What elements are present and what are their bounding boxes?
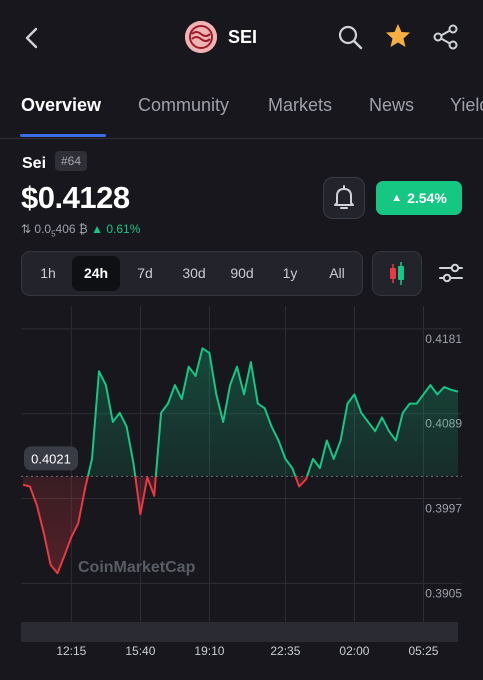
price-chart[interactable]: 0.41810.40890.39970.390512:1515:4019:102… [0, 306, 483, 680]
x-tick-label: 22:35 [270, 644, 300, 658]
price-alert-button[interactable] [323, 177, 365, 219]
btc-price-row: ⇅ 0.05406 ₿ ▲ 0.61% [21, 222, 140, 238]
back-arrow-icon[interactable] [18, 24, 46, 52]
rank-badge: #64 [55, 151, 88, 171]
tab-community[interactable]: Community [138, 95, 229, 116]
candlestick-icon [390, 262, 404, 285]
range-30d[interactable]: 30d [170, 252, 218, 295]
search-icon[interactable] [337, 24, 363, 50]
x-tick-label: 12:15 [56, 644, 86, 658]
range-all[interactable]: All [314, 252, 360, 295]
btc-change: ▲ 0.61% [91, 222, 141, 236]
bell-icon [334, 185, 354, 209]
y-tick-label: 0.3997 [425, 502, 462, 516]
share-icon[interactable] [432, 23, 460, 51]
tab-markets[interactable]: Markets [268, 95, 332, 116]
x-tick-label: 02:00 [339, 644, 369, 658]
range-90d[interactable]: 90d [218, 252, 266, 295]
btc-price: 0.05406 ₿ [34, 222, 88, 239]
reference-price-label: 0.4021 [31, 451, 71, 466]
tab-bar: Overview Community Markets News Yield [0, 86, 483, 139]
x-tick-label: 19:10 [194, 644, 224, 658]
coin-symbol: SEI [228, 27, 258, 47]
active-tab-indicator [20, 134, 106, 137]
tab-news[interactable]: News [369, 95, 414, 116]
sei-logo-icon [185, 21, 217, 53]
star-icon[interactable] [384, 22, 412, 50]
range-24h[interactable]: 24h [72, 256, 120, 291]
y-tick-label: 0.4181 [425, 332, 462, 346]
tab-overview[interactable]: Overview [21, 95, 101, 116]
x-tick-label: 05:25 [408, 644, 438, 658]
x-tick-label: 15:40 [125, 644, 155, 658]
y-tick-label: 0.3905 [425, 586, 462, 600]
current-price: $0.4128 [21, 180, 130, 215]
candlestick-toggle-button[interactable] [372, 251, 422, 296]
top-bar: SEI [0, 0, 483, 76]
coin-name: Sei [22, 155, 47, 172]
range-1h[interactable]: 1h [26, 252, 70, 295]
volume-band [21, 622, 458, 642]
price-change-badge: ▲ 2.54% [376, 181, 462, 215]
tab-yield[interactable]: Yield [450, 95, 483, 116]
time-range-selector: 1h 24h 7d 30d 90d 1y All [21, 251, 363, 296]
watermark: CoinMarketCap [78, 559, 196, 576]
chart-settings-icon[interactable] [437, 259, 465, 287]
triangle-up-icon: ▲ [391, 192, 403, 204]
range-1y[interactable]: 1y [268, 252, 312, 295]
range-7d[interactable]: 7d [122, 252, 168, 295]
swap-arrows-icon: ⇅ [21, 222, 32, 236]
